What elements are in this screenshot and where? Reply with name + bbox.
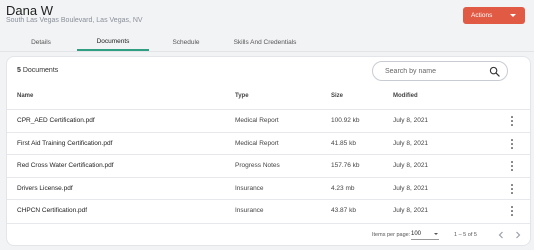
items-per-page-select[interactable]: 100 [411,229,439,240]
table-row[interactable]: First Aid Training Certification.pdf Med… [7,132,530,154]
more-options-icon[interactable] [509,205,515,217]
chevron-down-icon [510,14,516,17]
document-size: 100.92 kb [331,117,360,124]
document-type: Medical Report [235,140,279,147]
previous-page-icon[interactable] [496,230,506,240]
search-field[interactable] [372,61,508,81]
table-row[interactable]: CPR_AED Certification.pdf Medical Report… [7,109,530,131]
document-name[interactable]: CHPCN Certification.pdf [17,207,87,214]
documents-card: 5 Documents Name Type Size Modified CPR_… [6,56,531,246]
more-options-icon[interactable] [509,138,515,150]
document-name[interactable]: CPR_AED Certification.pdf [17,117,95,124]
column-header-modified[interactable]: Modified [393,93,418,99]
chevron-down-icon [434,233,438,235]
document-type: Progress Notes [235,162,280,169]
profile-address: South Las Vegas Boulevard, Las Vegas, NV [6,17,143,24]
items-per-page-value: 100 [411,231,422,237]
more-options-icon[interactable] [509,115,515,127]
document-size: 4.23 mb [331,185,355,192]
column-header-name[interactable]: Name [17,93,33,99]
documents-count-number: 5 [17,67,21,74]
document-modified: July 8, 2021 [393,207,429,214]
pagination-range: 1 – 5 of 5 [454,232,477,238]
document-size: 43.87 kb [331,207,356,214]
document-size: 157.76 kb [331,162,360,169]
next-page-icon[interactable] [513,230,523,240]
document-type: Insurance [235,185,264,192]
search-icon[interactable] [489,66,500,77]
more-options-icon[interactable] [509,183,515,195]
table-row[interactable]: Red Cross Water Certification.pdf Progre… [7,154,530,176]
document-name[interactable]: First Aid Training Certification.pdf [17,140,112,147]
actions-button-label: Actions [471,12,493,19]
table-row[interactable]: Drivers License.pdf Insurance 4.23 mb Ju… [7,177,530,199]
search-input[interactable] [385,67,485,75]
items-per-page-label: Items per page: [372,232,411,238]
table-header: Name Type Size Modified [7,89,530,103]
document-type: Insurance [235,207,264,214]
profile-name: Dana W [6,3,53,18]
document-modified: July 8, 2021 [393,162,429,169]
column-header-size[interactable]: Size [331,93,343,99]
tab-documents[interactable]: Documents [77,34,149,51]
document-size: 41.85 kb [331,140,356,147]
document-name[interactable]: Drivers License.pdf [17,185,73,192]
pagination-bar: Items per page: 100 1 – 5 of 5 [7,223,530,245]
tab-bar: Details Documents Schedule Skills And Cr… [0,34,534,51]
tab-skills-and-credentials[interactable]: Skills And Credentials [224,34,306,51]
document-modified: July 8, 2021 [393,117,429,124]
column-header-type[interactable]: Type [235,93,249,99]
documents-count-label: Documents [22,67,59,74]
document-modified: July 8, 2021 [393,185,429,192]
tab-divider [0,51,534,52]
more-options-icon[interactable] [509,160,515,172]
documents-count: 5 Documents [17,67,58,74]
tab-details[interactable]: Details [16,34,66,51]
actions-button[interactable]: Actions [463,7,525,24]
table-row[interactable]: CHPCN Certification.pdf Insurance 43.87 … [7,199,530,221]
document-type: Medical Report [235,117,279,124]
document-name[interactable]: Red Cross Water Certification.pdf [17,162,114,169]
document-modified: July 8, 2021 [393,140,429,147]
tab-schedule[interactable]: Schedule [160,34,212,51]
